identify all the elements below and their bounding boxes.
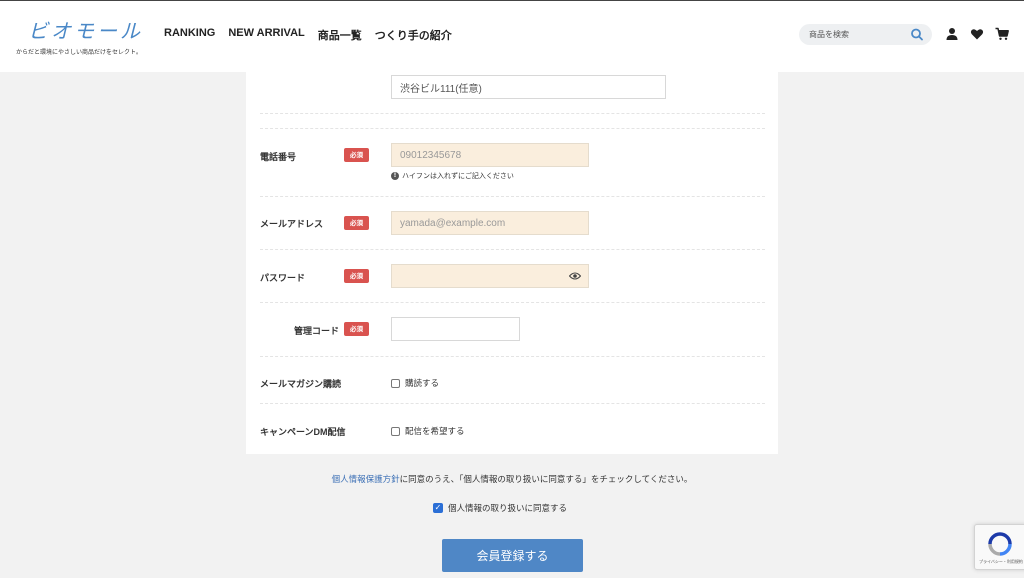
campaign-label: キャンペーンDM配信 (260, 427, 346, 437)
campaign-option[interactable]: 配信を希望する (405, 425, 465, 437)
phone-hint-text: ハイフンは入れずにご記入ください (402, 172, 514, 180)
email-field[interactable] (391, 211, 589, 235)
phone-hint: ! ハイフンは入れずにご記入ください (391, 171, 514, 181)
row-divider (260, 128, 765, 129)
registration-form: 電話番号 必須 ! ハイフンは入れずにご記入ください メールアドレス 必須 パス… (246, 72, 778, 454)
nav-makers[interactable]: つくり手の紹介 (375, 27, 452, 43)
recaptcha-terms[interactable]: プライバシー・利用規約 (979, 559, 1023, 565)
admin-code-field[interactable] (391, 317, 520, 341)
search-input[interactable] (809, 27, 901, 42)
address2-field[interactable] (391, 75, 666, 99)
email-label: メールアドレス (260, 219, 324, 229)
nav-new-arrival[interactable]: NEW ARRIVAL (228, 27, 304, 43)
phone-label: 電話番号 (260, 152, 297, 162)
required-badge: 必須 (344, 269, 369, 283)
site-logo[interactable]: ビオモール からだと環境にやさしい商品だけをセレクト。 (16, 9, 156, 59)
site-header: ビオモール からだと環境にやさしい商品だけをセレクト。 RANKING NEW … (0, 0, 1024, 72)
nav-ranking[interactable]: RANKING (164, 27, 215, 43)
nav-products[interactable]: 商品一覧 (318, 27, 362, 43)
logo-text: ビオモール (28, 19, 143, 43)
newsletter-label: メールマガジン購読 (260, 379, 342, 389)
admin-code-label: 管理コード (294, 326, 340, 336)
required-badge: 必須 (344, 216, 369, 230)
cart-icon[interactable] (995, 27, 1009, 41)
agree-label[interactable]: 個人情報の取り扱いに同意する (448, 502, 567, 514)
row-divider (260, 356, 765, 357)
search-button[interactable] (903, 26, 931, 43)
row-divider (260, 249, 765, 250)
required-badge: 必須 (344, 322, 369, 336)
row-divider (260, 196, 765, 197)
privacy-policy-link[interactable]: 個人情報保護方針 (332, 475, 400, 485)
main-nav: RANKING NEW ARRIVAL 商品一覧 つくり手の紹介 (164, 27, 452, 43)
recaptcha-icon (988, 532, 1012, 556)
phone-field[interactable] (391, 143, 589, 167)
info-icon: ! (391, 172, 399, 180)
password-label: パスワード (260, 273, 306, 283)
row-divider (260, 302, 765, 303)
recaptcha-badge[interactable]: プライバシー・利用規約 (974, 524, 1024, 570)
newsletter-option[interactable]: 購読する (405, 377, 439, 389)
show-password-eye-icon[interactable] (569, 271, 581, 281)
account-icon[interactable] (945, 27, 959, 41)
row-divider (260, 113, 765, 114)
row-divider (260, 403, 765, 404)
search-box (799, 24, 932, 45)
consent-text: に同意のうえ、「個人情報の取り扱いに同意する」をチェックしてください。 (399, 475, 693, 485)
password-field[interactable] (391, 264, 589, 288)
newsletter-checkbox[interactable] (391, 379, 400, 388)
favorite-heart-icon[interactable] (970, 27, 984, 41)
register-button[interactable]: 会員登録する (442, 539, 583, 572)
search-icon (911, 28, 923, 41)
logo-tagline: からだと環境にやさしい商品だけをセレクト。 (16, 49, 142, 56)
campaign-checkbox[interactable] (391, 427, 400, 436)
agree-checkbox[interactable]: ✓ (433, 503, 443, 513)
consent-instruction: 個人情報保護方針に同意のうえ、「個人情報の取り扱いに同意する」をチェックしてくだ… (0, 473, 1024, 485)
required-badge: 必須 (344, 148, 369, 162)
